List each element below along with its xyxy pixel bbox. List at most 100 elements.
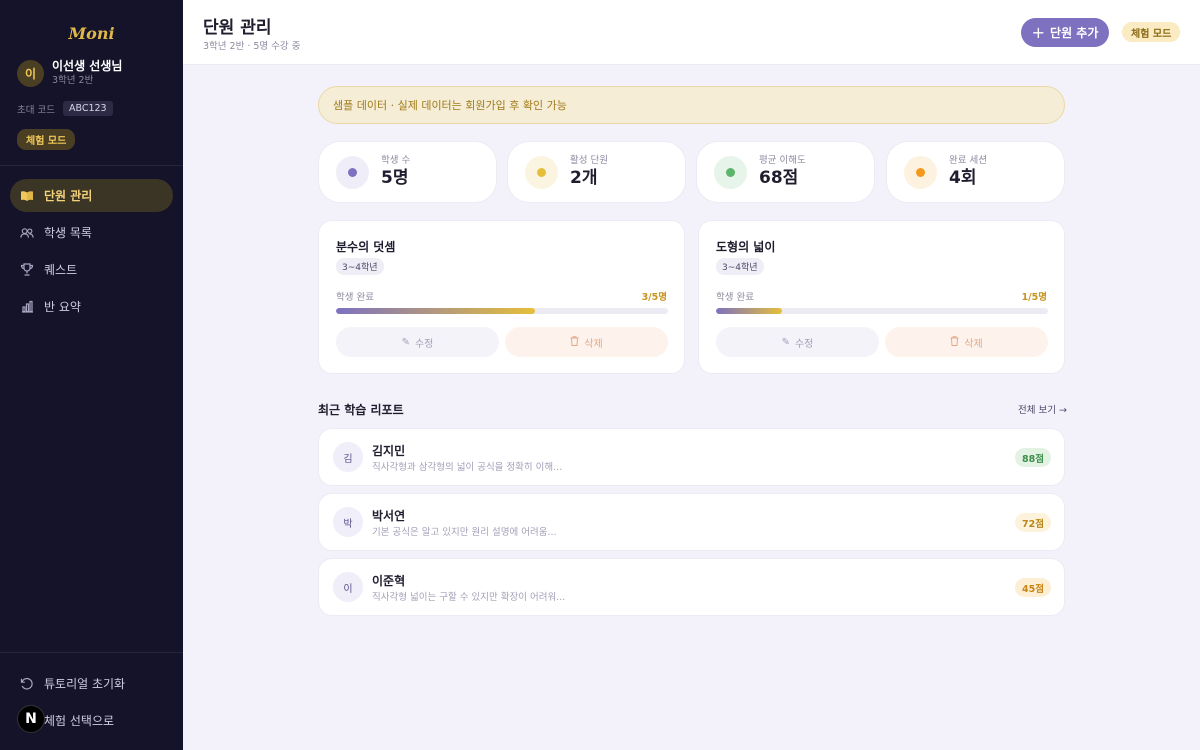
edit-label: 수정: [414, 338, 434, 350]
report-row[interactable]: 박 박서연 기본 공식은 알고 있지만 원리 설명에 어려움... 72점: [318, 493, 1065, 551]
back-to-select-label: 체험 선택으로: [44, 714, 115, 728]
reports-section-title: 최근 학습 리포트: [318, 403, 404, 417]
teacher-class: 3학년 2반: [52, 75, 94, 86]
stat-icon-bg: [336, 155, 369, 189]
score-badge: 88점: [1015, 448, 1051, 467]
report-row[interactable]: 김 김지민 직사각형과 삼각형의 넓이 공식을 정확히 이해... 88점: [318, 428, 1065, 486]
trash-icon: [570, 335, 579, 349]
add-unit-button[interactable]: + 단원 추가: [1021, 18, 1109, 47]
sidebar-item-label: 퀘스트: [44, 263, 78, 277]
report-row[interactable]: 이 이준혁 직사각형 넓이는 구할 수 있지만 확장이 어려워... 45점: [318, 558, 1065, 616]
score-badge: 45점: [1015, 578, 1051, 597]
sidebar-item-label: 반 요약: [44, 300, 81, 314]
trophy-icon: [20, 263, 34, 277]
sidebar-divider: [0, 165, 183, 166]
progress-value: 3/5명: [641, 292, 667, 303]
score-badge: 72점: [1015, 513, 1051, 532]
stat-value: 5명: [381, 168, 409, 188]
pencil-icon: ✎: [781, 336, 790, 348]
student-name: 박서연: [372, 509, 406, 523]
stat-card-completed-sessions: 완료 세션 4회: [886, 141, 1065, 203]
unit-grade-badge: 3~4학년: [336, 258, 384, 275]
dot-icon: [537, 167, 546, 177]
stat-label: 학생 수: [381, 155, 411, 166]
refresh-icon: [20, 677, 34, 691]
view-all-link[interactable]: 전체 보기 →: [1018, 402, 1067, 416]
progress-fill: [336, 308, 536, 314]
sidebar-divider: [0, 652, 183, 653]
sidebar-nav: 단원 관리 학생 목록 퀘스트 반 요약: [10, 179, 173, 327]
sidebar-item-units[interactable]: 단원 관리: [10, 179, 173, 212]
stat-icon-bg: [525, 155, 558, 189]
avatar: 이: [17, 59, 44, 87]
dot-icon: [916, 167, 925, 177]
edit-unit-button[interactable]: ✎ 수정: [336, 327, 499, 357]
teacher-profile: 이 이선생 선생님 3학년 2반: [17, 59, 122, 87]
stat-label: 완료 세션: [949, 155, 987, 166]
stat-card-students: 학생 수 5명: [318, 141, 497, 203]
sidebar-item-quest[interactable]: 퀘스트: [10, 253, 173, 286]
page-subtitle: 3학년 2반 · 5명 수강 중: [203, 41, 301, 52]
unit-title: 분수의 덧셈: [336, 240, 396, 254]
unit-card-shape-area: 도형의 넓이 3~4학년 학생 완료 1/5명 ✎ 수정 삭제: [698, 220, 1065, 374]
progress-bar: [336, 308, 668, 314]
invite-code-row: 초대 코드 ABC123: [17, 101, 113, 116]
pencil-icon: ✎: [401, 336, 410, 348]
book-icon: [20, 189, 34, 203]
student-name: 김지민: [372, 444, 406, 458]
unit-grade-badge: 3~4학년: [716, 258, 764, 275]
reset-tutorial-label: 튜토리얼 초기화: [44, 677, 126, 691]
sidebar-item-class-summary[interactable]: 반 요약: [10, 290, 173, 323]
progress-label: 학생 완료: [336, 292, 374, 303]
unit-title: 도형의 넓이: [716, 240, 776, 254]
trash-icon: [950, 335, 959, 349]
add-unit-label: 단원 추가: [1050, 26, 1099, 40]
delete-label: 삭제: [584, 338, 603, 350]
users-icon: [20, 226, 34, 240]
progress-value: 1/5명: [1021, 292, 1047, 303]
stat-value: 68점: [759, 168, 799, 188]
dot-icon: [726, 167, 735, 177]
unit-card-fraction-addition: 분수의 덧셈 3~4학년 학생 완료 3/5명 ✎ 수정 삭제: [318, 220, 685, 374]
page-title: 단원 관리: [203, 18, 272, 38]
n-logo-icon: N: [17, 705, 45, 733]
delete-label: 삭제: [964, 338, 983, 350]
trial-mode-badge: 체험 모드: [17, 129, 76, 150]
report-summary: 기본 공식은 알고 있지만 원리 설명에 어려움...: [372, 527, 557, 538]
bar-chart-icon: [20, 300, 34, 314]
progress-bar: [716, 308, 1048, 314]
delete-unit-button[interactable]: 삭제: [505, 327, 668, 357]
stat-icon-bg: [714, 155, 747, 189]
invite-code-label: 초대 코드: [17, 104, 55, 116]
report-summary: 직사각형 넓이는 구할 수 있지만 확장이 어려워...: [372, 592, 566, 603]
stat-label: 평균 이해도: [759, 155, 806, 166]
sidebar: Moni 이 이선생 선생님 3학년 2반 초대 코드 ABC123 체험 모드…: [0, 0, 183, 750]
sidebar-item-label: 학생 목록: [44, 226, 92, 240]
stat-value: 2개: [570, 168, 598, 188]
edit-unit-button[interactable]: ✎ 수정: [716, 327, 879, 357]
edit-label: 수정: [794, 338, 814, 350]
app-logo: Moni: [68, 24, 115, 43]
sidebar-item-students[interactable]: 학생 목록: [10, 216, 173, 249]
invite-code[interactable]: ABC123: [62, 101, 113, 116]
trial-mode-badge: 체험 모드: [1122, 22, 1181, 42]
page-header: 단원 관리 3학년 2반 · 5명 수강 중 + 단원 추가 체험 모드: [183, 0, 1200, 65]
teacher-name: 이선생 선생님: [52, 59, 123, 73]
plus-icon: +: [1031, 23, 1046, 42]
stat-card-avg-understanding: 평균 이해도 68점: [696, 141, 875, 203]
stat-card-active-units: 활성 단원 2개: [507, 141, 686, 203]
reset-tutorial-button[interactable]: 튜토리얼 초기화: [20, 675, 125, 692]
avatar: 김: [333, 442, 363, 472]
avatar: 박: [333, 507, 363, 537]
stat-value: 4회: [949, 168, 977, 188]
report-summary: 직사각형과 삼각형의 넓이 공식을 정확히 이해...: [372, 462, 563, 473]
sample-data-notice: 샘플 데이터 · 실제 데이터는 회원가입 후 확인 가능: [318, 86, 1065, 124]
avatar: 이: [333, 572, 363, 602]
sidebar-item-label: 단원 관리: [44, 189, 93, 203]
dot-icon: [348, 167, 357, 177]
stat-icon-bg: [904, 155, 937, 189]
stat-label: 활성 단원: [570, 155, 608, 166]
delete-unit-button[interactable]: 삭제: [885, 327, 1048, 357]
progress-fill: [716, 308, 783, 314]
progress-label: 학생 완료: [716, 292, 754, 303]
